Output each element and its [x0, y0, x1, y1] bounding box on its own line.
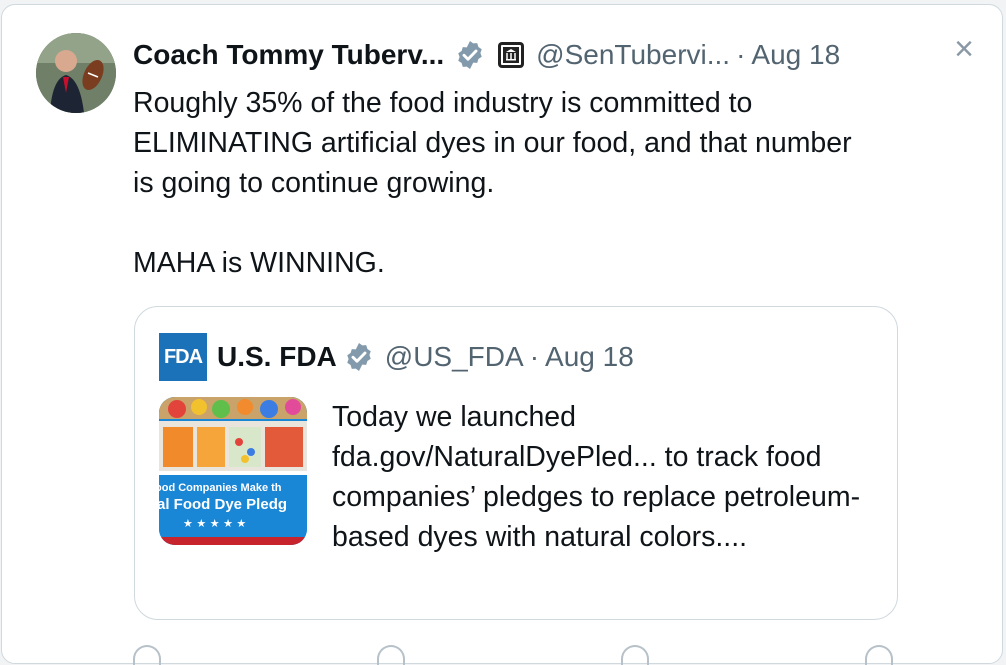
separator-dot: ·: [529, 341, 540, 372]
media-caption-line-2: al Food Dye Pledg: [159, 496, 287, 513]
quoted-author-handle[interactable]: @US_FDA: [385, 341, 524, 373]
close-icon[interactable]: ×: [946, 31, 982, 67]
verified-badge-icon: [454, 39, 486, 71]
reply-icon[interactable]: [133, 645, 161, 665]
author-handle[interactable]: @SenTubervi...: [536, 39, 730, 71]
tweet-card: Coach Tommy Tuberv... @SenTubervi... · A…: [1, 4, 1003, 665]
retweet-icon[interactable]: [377, 645, 405, 665]
government-building-icon: [498, 42, 525, 68]
quoted-author-name[interactable]: U.S. FDA: [217, 341, 337, 373]
quoted-tweet-header: FDA U.S. FDA @US_FDA · Aug 18: [159, 333, 634, 381]
quoted-tweet-date[interactable]: Aug 18: [545, 341, 634, 373]
separator-dot: ·: [736, 39, 746, 70]
quoted-media-thumbnail[interactable]: ood Companies Make th al Food Dye Pledg …: [159, 397, 307, 545]
fda-logo: FDA: [159, 333, 207, 381]
author-avatar[interactable]: [36, 33, 116, 113]
like-icon[interactable]: [621, 645, 649, 665]
quoted-tweet[interactable]: FDA U.S. FDA @US_FDA · Aug 18 ood Compan…: [134, 306, 898, 620]
media-caption-line-1: ood Companies Make th: [159, 482, 282, 494]
tweet-header: Coach Tommy Tuberv... @SenTubervi... · A…: [133, 33, 840, 77]
tweet-text: Roughly 35% of the food industry is comm…: [133, 83, 853, 283]
tweet-paragraph: Roughly 35% of the food industry is comm…: [133, 87, 852, 199]
tweet-paragraph: MAHA is WINNING.: [133, 247, 385, 279]
share-icon[interactable]: [865, 645, 893, 665]
verified-badge-icon: [343, 341, 375, 373]
author-name[interactable]: Coach Tommy Tuberv...: [133, 39, 444, 71]
quoted-tweet-text: Today we launched fda.gov/NaturalDyePled…: [332, 401, 861, 553]
tweet-date[interactable]: Aug 18: [751, 39, 840, 71]
media-stars: ★ ★ ★ ★ ★: [183, 517, 246, 530]
tweet-actions: [133, 645, 893, 665]
